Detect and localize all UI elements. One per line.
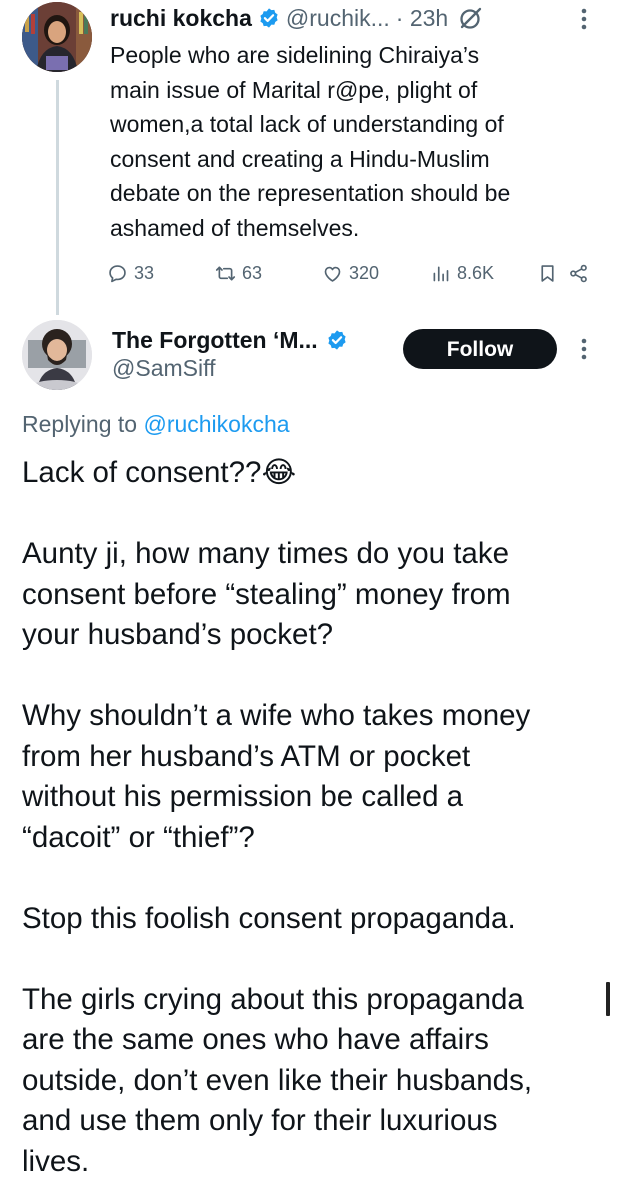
share-icon (570, 264, 587, 282)
reply-button[interactable]: 33 (107, 258, 154, 288)
reply-text: Lack of consent??😂 Aunty ji, how many ti… (22, 456, 533, 1178)
bookmark-button[interactable] (537, 258, 558, 288)
avatar[interactable] (22, 2, 92, 72)
author-handle[interactable]: @ruchik... (286, 5, 390, 32)
avatar-photo (22, 2, 92, 72)
grok-icon[interactable] (458, 5, 484, 31)
views-icon (433, 266, 449, 281)
like-button[interactable]: 320 (322, 258, 379, 288)
thread-line (56, 80, 59, 315)
like-icon (324, 266, 341, 282)
author-handle[interactable]: @SamSiff (112, 355, 215, 382)
replying-to: Replying to @ruchikokcha (22, 411, 290, 438)
reply-header: The Forgotten ‘M... (112, 323, 348, 357)
more-icon[interactable] (574, 4, 594, 34)
follow-button[interactable]: Follow (403, 329, 557, 369)
avatar-photo (22, 320, 92, 390)
avatar[interactable] (22, 320, 92, 390)
reply-icon (109, 264, 126, 282)
replying-to-label: Replying to (22, 411, 138, 437)
repost-icon (215, 266, 236, 280)
verified-icon (328, 330, 346, 350)
tweet-header: ruchi kokcha @ruchik... · 23h (110, 4, 484, 32)
more-icon[interactable] (574, 334, 594, 364)
views-button[interactable]: 8.6K (430, 258, 494, 288)
mention-link[interactable]: @ruchikokcha (143, 411, 289, 437)
author-name[interactable]: The Forgotten ‘M... (112, 327, 318, 354)
repost-count: 63 (242, 262, 263, 283)
verified-icon (260, 8, 278, 28)
reply-count: 33 (134, 262, 155, 283)
views-count: 8.6K (457, 262, 495, 283)
like-count: 320 (349, 262, 380, 283)
tweet-time[interactable]: · 23h (396, 5, 448, 32)
share-button[interactable] (568, 258, 589, 288)
repost-button[interactable]: 63 (215, 258, 262, 288)
author-name[interactable]: ruchi kokcha (110, 5, 252, 32)
tweet-text: People who are sidelining Chiraiya’s mai… (110, 42, 511, 241)
bookmark-icon (541, 264, 554, 282)
scrollbar-thumb[interactable] (606, 982, 610, 1016)
tweet-actions: 33 63 320 8.6K (107, 258, 597, 288)
